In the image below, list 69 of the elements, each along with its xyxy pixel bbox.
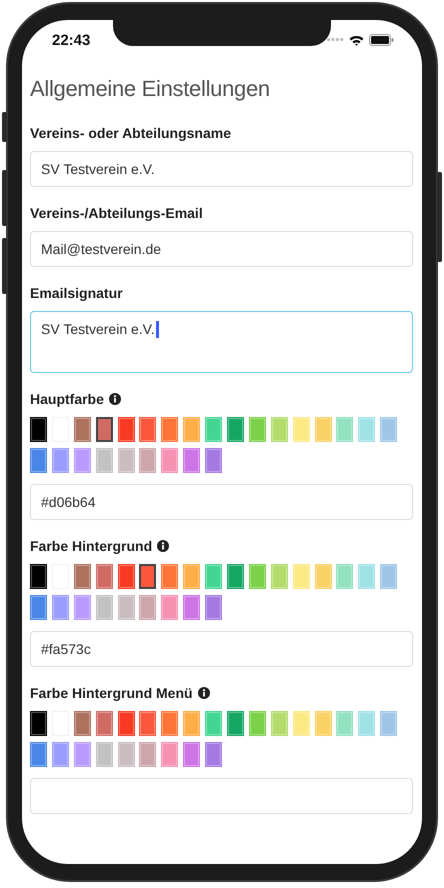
color-swatch[interactable] — [205, 417, 222, 442]
color-field[interactable]: #d06b64 — [30, 484, 413, 520]
color-swatch[interactable] — [139, 448, 156, 473]
color-swatch[interactable] — [248, 711, 266, 736]
color-swatch[interactable] — [74, 711, 91, 736]
status-time: 22:43 — [52, 32, 90, 48]
color-swatch[interactable] — [74, 564, 91, 589]
field-label: Vereins- oder Abteilungsname — [30, 125, 231, 141]
color-swatch[interactable] — [30, 417, 47, 442]
color-swatch[interactable] — [74, 742, 91, 767]
color-swatch[interactable] — [161, 448, 178, 473]
text-field[interactable]: SV Testverein e.V. — [30, 151, 413, 187]
color-swatch[interactable] — [183, 742, 200, 767]
color-swatch[interactable] — [205, 742, 222, 767]
color-field[interactable]: #fa573c — [30, 631, 413, 667]
text-cursor — [156, 321, 159, 338]
color-swatch[interactable] — [30, 595, 47, 620]
color-swatch[interactable] — [183, 448, 200, 473]
color-swatch[interactable] — [74, 595, 91, 620]
color-swatch[interactable] — [30, 448, 47, 473]
field-label: Farbe Hintergrund Menü — [30, 685, 193, 701]
color-swatch[interactable] — [161, 711, 178, 736]
color-swatch[interactable] — [161, 742, 178, 767]
color-field[interactable] — [30, 778, 413, 814]
field-label: Hauptfarbe — [30, 391, 104, 407]
page-title: Allgemeine Einstellungen — [30, 76, 271, 102]
field-label: Vereins-/Abteilungs-Email — [30, 205, 203, 221]
signal-icon — [327, 38, 344, 42]
color-swatch[interactable] — [183, 564, 200, 589]
color-swatch[interactable] — [30, 742, 47, 767]
color-swatch[interactable] — [139, 742, 156, 767]
color-swatch[interactable] — [52, 595, 69, 620]
color-swatch[interactable] — [161, 417, 178, 442]
color-swatch[interactable] — [74, 417, 91, 442]
color-swatch[interactable] — [227, 711, 244, 736]
color-swatch[interactable] — [52, 448, 69, 473]
color-swatch[interactable] — [96, 417, 113, 442]
color-swatch[interactable] — [161, 595, 178, 620]
color-swatch[interactable] — [52, 742, 69, 767]
color-swatch[interactable] — [96, 564, 113, 589]
color-swatch[interactable] — [96, 711, 113, 736]
field-label: Farbe Hintergrund — [30, 538, 152, 554]
color-swatch[interactable] — [205, 711, 222, 736]
color-swatch[interactable] — [227, 564, 244, 589]
color-swatch[interactable] — [139, 711, 156, 736]
color-swatch[interactable] — [139, 417, 156, 442]
color-swatch[interactable] — [248, 417, 266, 442]
battery-icon — [369, 34, 394, 46]
color-swatch[interactable] — [183, 711, 200, 736]
color-swatch[interactable] — [30, 711, 47, 736]
text-field[interactable]: Mail@testverein.de — [30, 231, 413, 267]
color-swatch[interactable] — [183, 595, 200, 620]
color-swatch[interactable] — [161, 564, 178, 589]
color-swatch[interactable] — [118, 564, 135, 589]
wifi-icon — [349, 34, 364, 46]
field-label: Emailsignatur — [30, 285, 123, 301]
color-swatch[interactable] — [248, 564, 266, 589]
color-swatch[interactable] — [30, 564, 47, 589]
color-swatch[interactable] — [139, 595, 156, 620]
color-swatch[interactable] — [205, 595, 222, 620]
color-swatch[interactable] — [139, 564, 156, 589]
color-swatch[interactable] — [227, 417, 244, 442]
color-swatch[interactable] — [205, 448, 222, 473]
color-swatch[interactable] — [118, 417, 135, 442]
textarea-field[interactable]: SV Testverein e.V. — [30, 311, 413, 373]
color-swatch[interactable] — [74, 448, 91, 473]
color-swatch[interactable] — [205, 564, 222, 589]
color-swatch[interactable] — [183, 417, 200, 442]
color-swatch[interactable] — [118, 711, 135, 736]
